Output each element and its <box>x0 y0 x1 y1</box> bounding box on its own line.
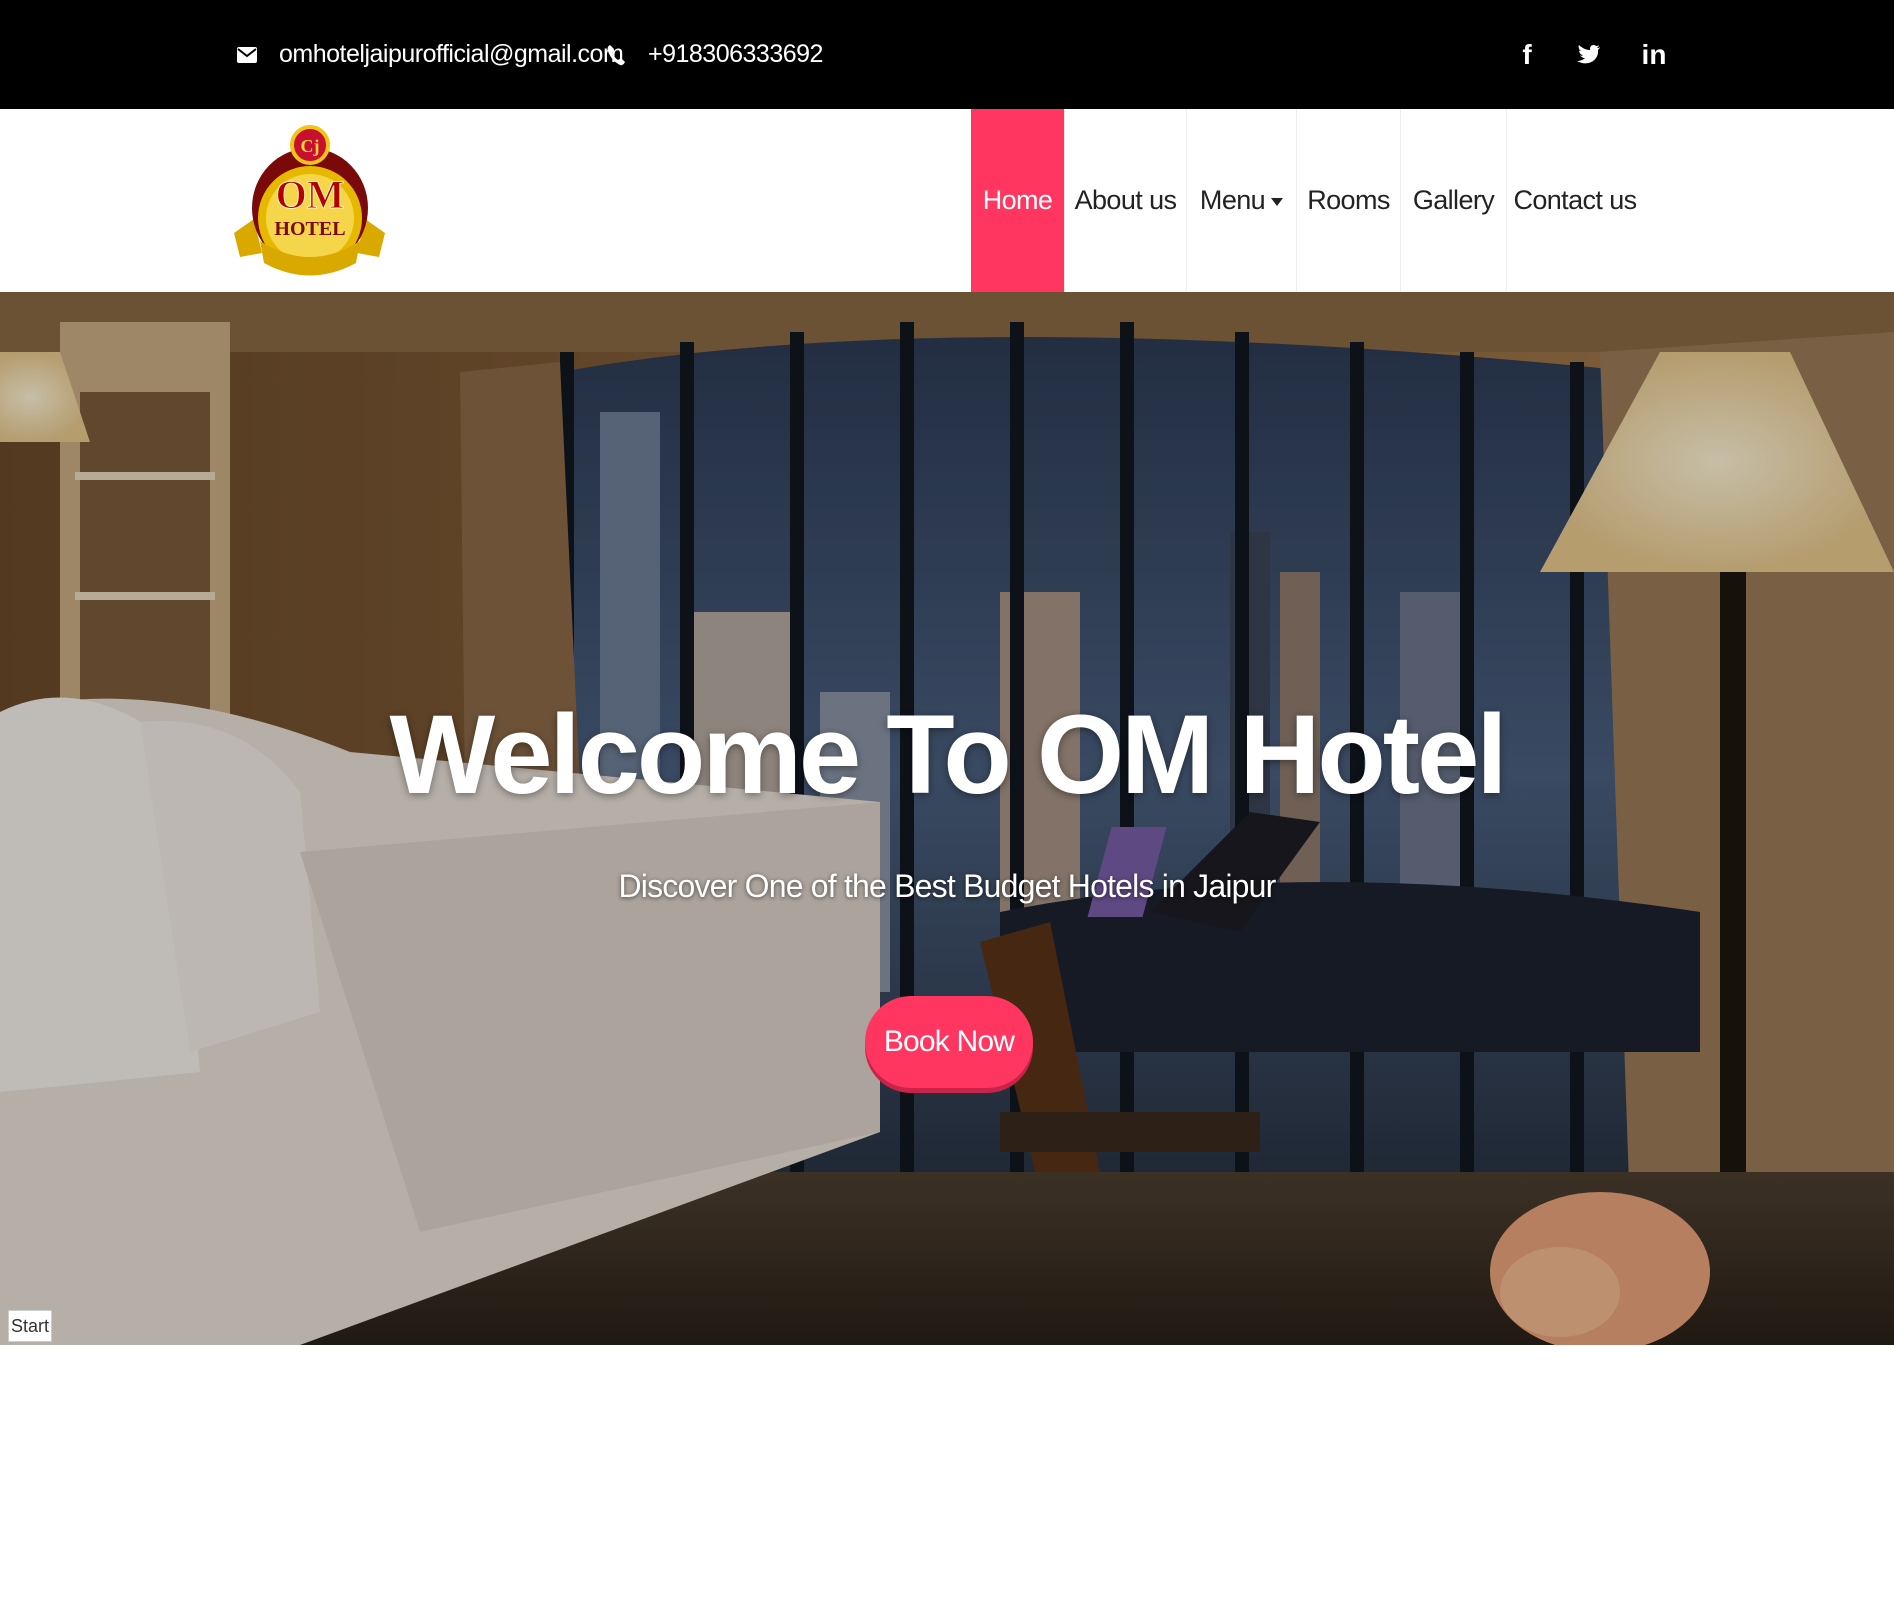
hero-subtitle: Discover One of the Best Budget Hotels i… <box>618 868 1276 904</box>
nav-item-home[interactable]: Home <box>971 109 1065 292</box>
logo-text-om: OM <box>276 172 345 217</box>
svg-text:Cj: Cj <box>301 136 320 156</box>
twitter-icon[interactable] <box>1569 0 1609 109</box>
caret-down-icon <box>1271 197 1284 206</box>
email-text[interactable]: omhoteljaipurofficial@gmail.com <box>279 40 624 69</box>
nav-label-rooms: Rooms <box>1307 185 1390 215</box>
phone-icon <box>604 43 628 67</box>
start-label[interactable]: Start <box>8 1310 52 1342</box>
nav-item-contact[interactable]: Contact us <box>1507 109 1643 292</box>
top-bar: omhoteljaipurofficial@gmail.com +9183063… <box>0 0 1894 109</box>
envelope-icon <box>235 43 259 67</box>
linkedin-icon[interactable]: in <box>1634 0 1674 109</box>
nav-label-contact: Contact us <box>1513 185 1637 215</box>
nav-item-rooms[interactable]: Rooms <box>1297 109 1401 292</box>
nav-label-gallery: Gallery <box>1412 185 1495 215</box>
phone-text[interactable]: +918306333692 <box>648 40 823 69</box>
nav-label-home: Home <box>982 185 1053 215</box>
nav-item-gallery[interactable]: Gallery <box>1401 109 1507 292</box>
contact-phone[interactable]: +918306333692 <box>604 0 823 109</box>
site-header: Cj OM HOTEL Home About us Menu Rooms Gal… <box>0 109 1894 292</box>
contact-email[interactable]: omhoteljaipurofficial@gmail.com <box>235 0 624 109</box>
hero-banner: Welcome To OM Hotel Discover One of the … <box>0 292 1894 1345</box>
facebook-glyph: f <box>1522 38 1532 70</box>
book-now-button[interactable]: Book Now <box>865 996 1033 1088</box>
nav-label-about: About us <box>1074 185 1177 215</box>
main-nav: Home About us Menu Rooms Gallery Contact… <box>971 109 1643 292</box>
nav-label-menu: Menu <box>1199 185 1266 215</box>
linkedin-glyph: in <box>1641 38 1667 70</box>
facebook-icon[interactable]: f <box>1507 0 1547 109</box>
hotel-logo[interactable]: Cj OM HOTEL <box>232 123 387 283</box>
nav-item-menu[interactable]: Menu <box>1187 109 1297 292</box>
hero-title: Welcome To OM Hotel <box>389 692 1508 817</box>
logo-text-hotel: HOTEL <box>274 218 345 240</box>
nav-item-about[interactable]: About us <box>1065 109 1187 292</box>
